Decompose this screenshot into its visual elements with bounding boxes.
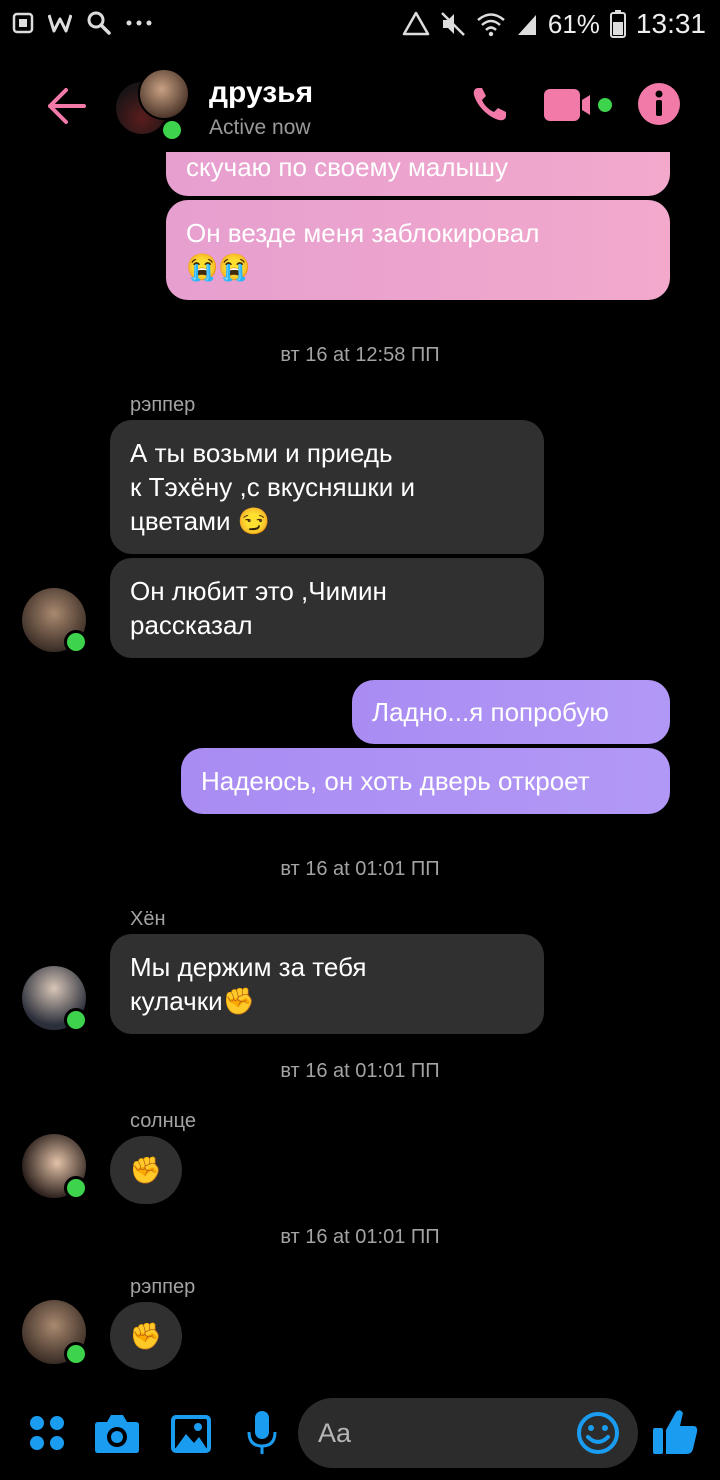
outgoing-message[interactable]: Он везде меня заблокировал 😭😭 bbox=[166, 200, 670, 300]
avatar[interactable] bbox=[22, 1134, 88, 1200]
status-bar: 61% 13:31 bbox=[0, 0, 720, 50]
message-emoji: 😭😭 bbox=[186, 252, 251, 282]
message-emoji: ✊ bbox=[129, 1320, 163, 1351]
signal-icon bbox=[517, 15, 536, 35]
wifi-icon bbox=[477, 13, 505, 37]
thumbs-up-icon[interactable] bbox=[652, 1408, 698, 1456]
avatar[interactable] bbox=[22, 588, 88, 654]
message-input-placeholder: Aa bbox=[318, 1418, 352, 1448]
message-input[interactable]: Aa bbox=[298, 1398, 638, 1468]
message-emoji: ✊ bbox=[222, 986, 255, 1016]
chat-title[interactable]: друзья bbox=[209, 76, 313, 110]
online-indicator bbox=[64, 1008, 88, 1032]
battery-icon bbox=[609, 10, 626, 38]
message-text: рассказал bbox=[130, 610, 253, 640]
sender-name: рэппер bbox=[130, 1276, 196, 1298]
sender-name: рэппер bbox=[130, 394, 196, 416]
message-text: Надеюсь, он хоть дверь откроет bbox=[201, 766, 590, 796]
status-left-icons bbox=[12, 10, 152, 36]
message-text: Мы держим за тебя bbox=[130, 952, 367, 982]
timestamp: вт 16 at 01:01 ПП bbox=[280, 1060, 440, 1082]
outgoing-message[interactable]: Ладно...я попробую bbox=[352, 680, 670, 744]
online-indicator bbox=[160, 118, 184, 142]
emoji-icon[interactable] bbox=[576, 1411, 620, 1455]
online-indicator bbox=[64, 630, 88, 654]
incoming-message[interactable]: ✊ bbox=[110, 1302, 182, 1370]
outgoing-message[interactable]: Надеюсь, он хоть дверь откроет bbox=[181, 748, 670, 814]
incoming-message[interactable]: Он любит это ,Чимин рассказал bbox=[110, 558, 544, 658]
message-text: Он любит это ,Чимин bbox=[130, 576, 387, 606]
search-notification-icon bbox=[87, 11, 111, 35]
message-text: Ладно...я попробую bbox=[372, 697, 609, 727]
incoming-message[interactable]: ✊ bbox=[110, 1136, 182, 1204]
incoming-message[interactable]: Мы держим за тебя кулачки✊ bbox=[110, 934, 544, 1034]
image-icon[interactable] bbox=[170, 1414, 212, 1454]
message-text: кулачки bbox=[130, 986, 223, 1016]
camera-icon[interactable] bbox=[94, 1412, 140, 1454]
message-text: цветами bbox=[130, 506, 231, 536]
screenshot-notification-icon bbox=[12, 12, 34, 34]
battery-percent: 61% bbox=[547, 8, 600, 39]
sender-name: Хён bbox=[130, 908, 166, 930]
phone-icon[interactable] bbox=[470, 84, 510, 124]
message-emoji: 😏 bbox=[237, 506, 271, 536]
message-text: Он везде меня заблокировал bbox=[186, 218, 540, 248]
incoming-message[interactable]: А ты возьми и приедь к Тэхёну ,с вкусняш… bbox=[110, 420, 544, 554]
mute-icon bbox=[440, 12, 465, 36]
online-indicator bbox=[64, 1342, 88, 1366]
message-text: А ты возьми и приедь bbox=[130, 438, 393, 468]
w-app-icon bbox=[48, 14, 72, 33]
status-right-icons: 61% 13:31 bbox=[402, 8, 706, 40]
online-indicator bbox=[64, 1176, 88, 1200]
microphone-icon[interactable] bbox=[246, 1410, 278, 1456]
message-list: скучаю по своему малышу Он везде меня за… bbox=[0, 152, 720, 1392]
info-icon[interactable] bbox=[638, 83, 680, 125]
avatar[interactable] bbox=[22, 966, 88, 1032]
message-text: к Тэхёну ,с вкусняшки и bbox=[130, 472, 416, 502]
more-notifications-icon bbox=[126, 20, 152, 26]
outgoing-message[interactable]: скучаю по своему малышу bbox=[166, 152, 670, 196]
composer-bar: Aa bbox=[0, 1394, 720, 1480]
back-arrow-icon[interactable] bbox=[44, 84, 88, 128]
timestamp: вт 16 at 01:01 ПП bbox=[280, 1226, 440, 1248]
active-status: Active now bbox=[209, 116, 311, 139]
chat-header: друзья Active now bbox=[0, 62, 720, 152]
message-emoji: ✊ bbox=[129, 1154, 163, 1185]
recycle-icon bbox=[402, 11, 430, 36]
avatar[interactable] bbox=[22, 1300, 88, 1366]
avatar bbox=[138, 68, 190, 120]
timestamp: вт 16 at 12:58 ПП bbox=[280, 344, 440, 366]
video-camera-icon[interactable] bbox=[544, 86, 616, 124]
timestamp: вт 16 at 01:01 ПП bbox=[280, 858, 440, 880]
sender-name: солнце bbox=[130, 1110, 196, 1132]
apps-icon[interactable] bbox=[28, 1414, 66, 1452]
clock: 13:31 bbox=[635, 8, 706, 39]
message-text: скучаю по своему малышу bbox=[186, 152, 509, 182]
group-avatar[interactable] bbox=[116, 68, 190, 142]
